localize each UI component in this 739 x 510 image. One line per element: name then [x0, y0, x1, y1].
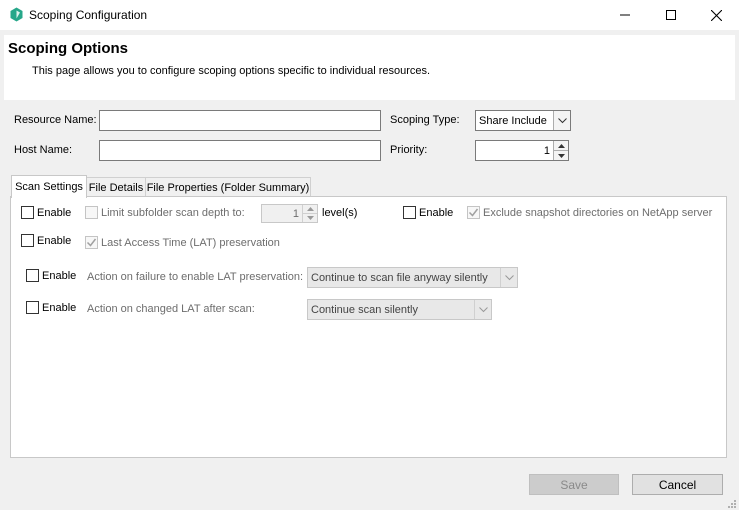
- spin-down-icon[interactable]: [303, 213, 317, 222]
- limit-subfolder-depth-checkbox[interactable]: Limit subfolder scan depth to:: [85, 206, 245, 219]
- app-hexagon-icon: [9, 7, 24, 22]
- spin-down-icon[interactable]: [554, 150, 568, 160]
- chevron-down-icon[interactable]: [474, 300, 491, 319]
- tab-file-details[interactable]: File Details: [86, 177, 146, 197]
- enable-label: Enable: [42, 301, 77, 314]
- enable-label: Enable: [419, 206, 454, 219]
- enable-snapshot-checkbox[interactable]: Enable: [403, 206, 453, 219]
- window-title: Scoping Configuration: [29, 8, 148, 22]
- save-button[interactable]: Save: [529, 474, 619, 495]
- lat-failure-label: Action on failure to enable LAT preserva…: [87, 271, 304, 283]
- host-name-label: Host Name:: [14, 144, 73, 156]
- checkbox-icon[interactable]: [21, 234, 34, 247]
- lat-failure-select[interactable]: Continue to scan file anyway silently: [307, 267, 518, 288]
- subfolder-depth-value: 1: [292, 207, 299, 220]
- checkmark-icon[interactable]: [85, 236, 98, 249]
- maximize-icon[interactable]: [648, 0, 694, 30]
- checkbox-icon[interactable]: [26, 269, 39, 282]
- checkbox-icon[interactable]: [85, 206, 98, 219]
- resize-grip-icon[interactable]: [727, 498, 737, 508]
- spin-up-icon[interactable]: [303, 205, 317, 213]
- enable-lat-checkbox[interactable]: Enable: [21, 234, 71, 247]
- enable-label: Enable: [42, 269, 77, 282]
- enable-label: Enable: [37, 206, 72, 219]
- chevron-down-icon[interactable]: [500, 268, 517, 287]
- chevron-down-icon[interactable]: [553, 111, 570, 130]
- exclude-snapshot-label: Exclude snapshot directories on NetApp s…: [483, 206, 713, 219]
- spin-up-icon[interactable]: [554, 141, 568, 150]
- host-name-input[interactable]: [99, 140, 381, 161]
- limit-subfolder-depth-label: Limit subfolder scan depth to:: [101, 206, 245, 219]
- lat-preservation-checkbox[interactable]: Last Access Time (LAT) preservation: [85, 236, 280, 249]
- enable-label: Enable: [37, 234, 72, 247]
- close-icon[interactable]: [693, 0, 739, 30]
- scoping-type-label: Scoping Type:: [390, 114, 460, 126]
- priority-value: 1: [543, 144, 550, 157]
- checkbox-icon[interactable]: [26, 301, 39, 314]
- tab-scan-settings[interactable]: Scan Settings: [11, 175, 87, 198]
- page-description: This page allows you to configure scopin…: [32, 65, 431, 77]
- scoping-type-value: Share Include: [479, 114, 547, 127]
- lat-preservation-label: Last Access Time (LAT) preservation: [101, 236, 280, 249]
- levels-label: level(s): [322, 207, 358, 219]
- lat-changed-select[interactable]: Continue scan silently: [307, 299, 492, 320]
- enable-lat-changed-checkbox[interactable]: Enable: [26, 301, 76, 314]
- checkbox-icon[interactable]: [21, 206, 34, 219]
- resource-name-label: Resource Name:: [14, 114, 97, 126]
- cancel-button[interactable]: Cancel: [632, 474, 723, 495]
- priority-stepper[interactable]: 1: [475, 140, 569, 161]
- lat-failure-value: Continue to scan file anyway silently: [311, 271, 488, 284]
- subfolder-depth-stepper[interactable]: 1: [261, 204, 318, 223]
- checkmark-icon[interactable]: [467, 206, 480, 219]
- scoping-type-select[interactable]: Share Include: [475, 110, 571, 131]
- tab-file-properties[interactable]: File Properties (Folder Summary): [145, 177, 311, 197]
- priority-label: Priority:: [390, 144, 428, 156]
- minimize-icon[interactable]: [602, 0, 648, 30]
- page-title: Scoping Options: [8, 40, 128, 57]
- resource-name-input[interactable]: [99, 110, 381, 131]
- exclude-snapshot-checkbox[interactable]: Exclude snapshot directories on NetApp s…: [467, 206, 712, 219]
- lat-changed-value: Continue scan silently: [311, 303, 419, 316]
- checkbox-icon[interactable]: [403, 206, 416, 219]
- enable-subfolder-depth-checkbox[interactable]: Enable: [21, 206, 71, 219]
- enable-lat-failure-checkbox[interactable]: Enable: [26, 269, 76, 282]
- lat-changed-label: Action on changed LAT after scan:: [87, 303, 255, 315]
